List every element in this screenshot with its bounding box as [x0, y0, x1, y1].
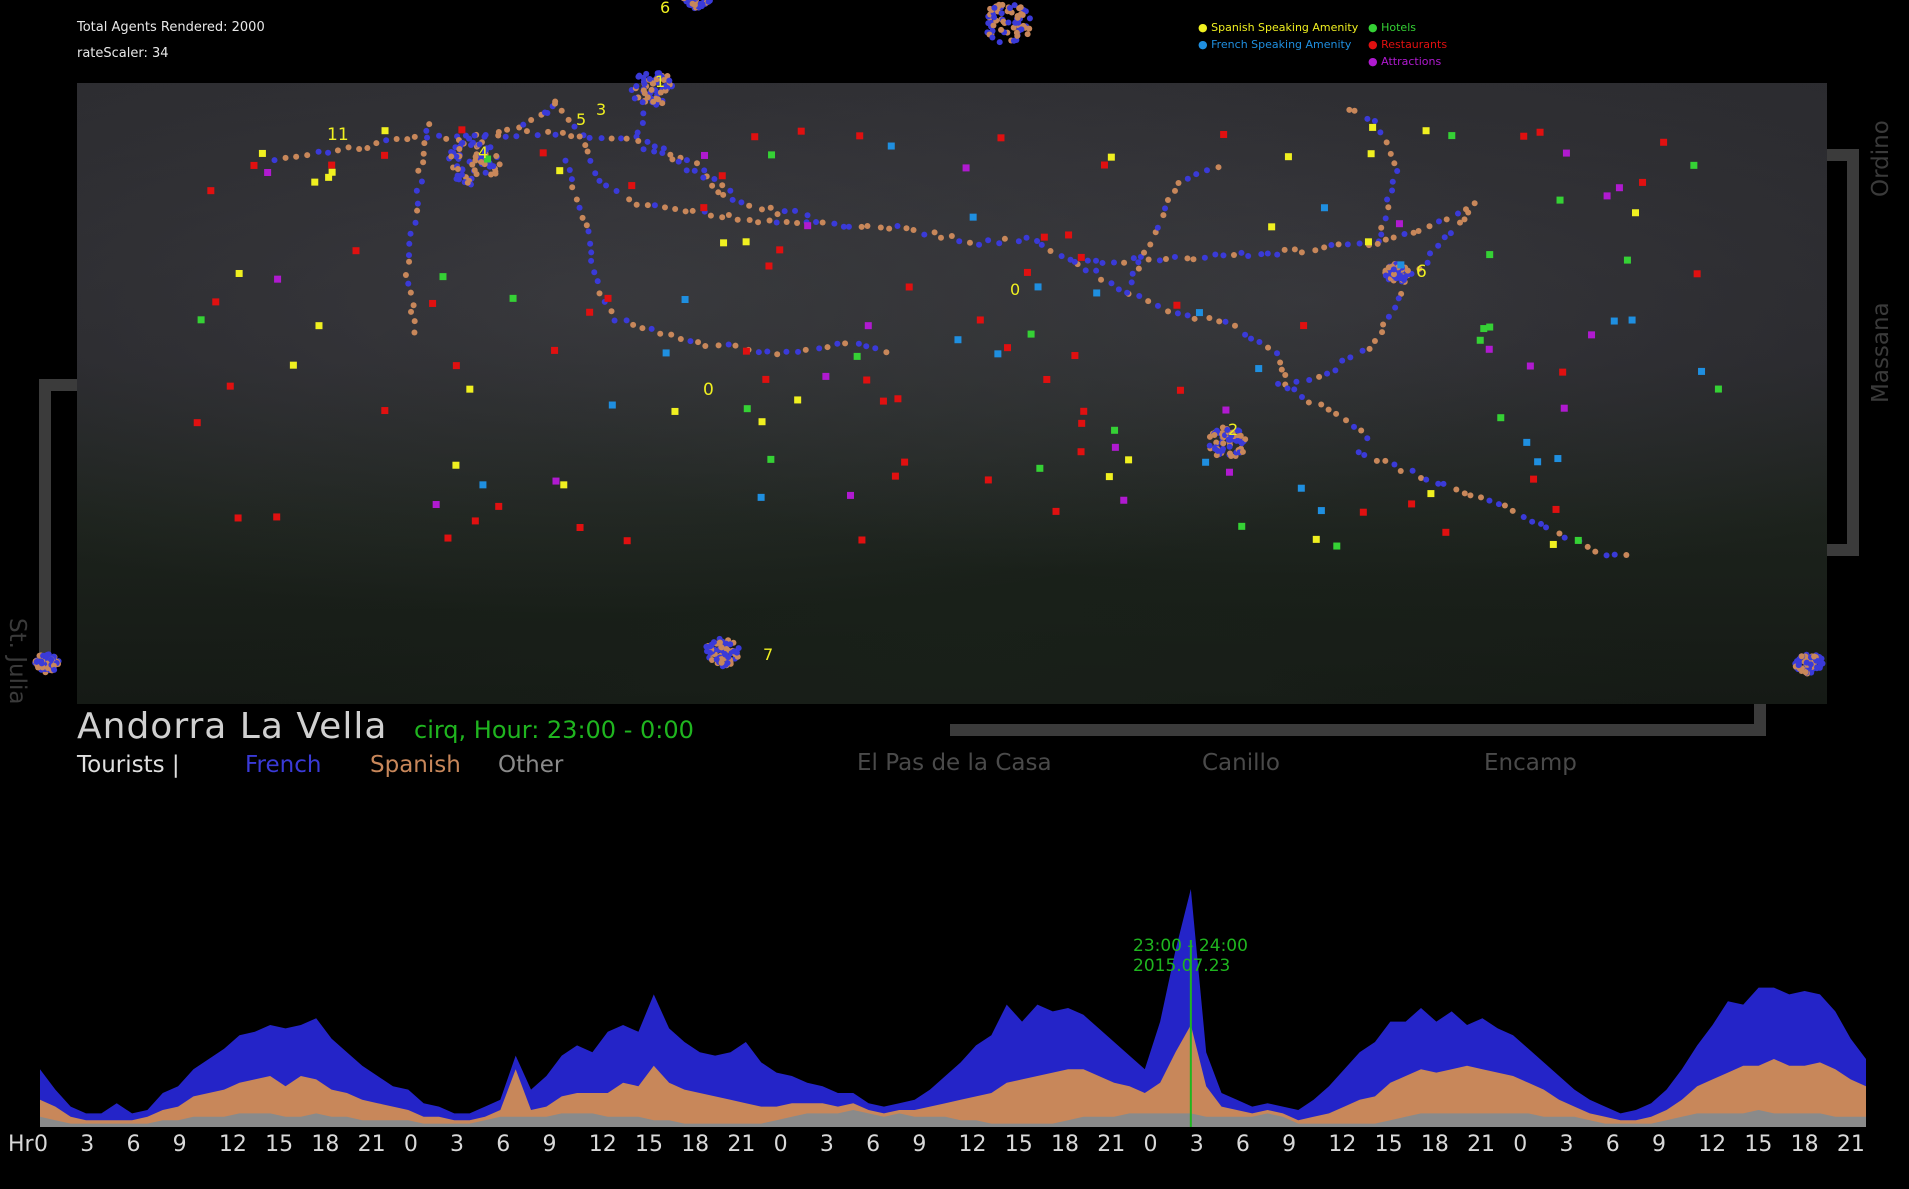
timeline-tick-label: 9	[542, 1132, 557, 1157]
timeline-tick-label: 6	[866, 1132, 881, 1157]
timeline-tick-label: 9	[1282, 1132, 1297, 1157]
timeline-tick-label: 21	[357, 1132, 386, 1157]
timeline-tick-label: 6	[126, 1132, 141, 1157]
timeline-tick-label: 15	[265, 1132, 294, 1157]
timeline-tick-label: 3	[80, 1132, 95, 1157]
timeline-tick-label: 15	[634, 1132, 663, 1157]
timeline-tick-label: 0	[773, 1132, 788, 1157]
timeline-tick-label: 6	[496, 1132, 511, 1157]
timeline-tick-label: 9	[172, 1132, 187, 1157]
timeline-tick-label: 18	[1051, 1132, 1079, 1157]
timeline-tick-label: 3	[819, 1132, 834, 1157]
timeline-tick-label: 0	[403, 1132, 418, 1157]
timeline-tick-label: 12	[958, 1132, 987, 1157]
timeline-tick-label: 18	[311, 1132, 340, 1157]
timeline-area-chart[interactable]	[0, 0, 1909, 1189]
timeline-tick-label: 9	[912, 1132, 927, 1157]
timeline-tick-label: 21	[1467, 1132, 1496, 1157]
timeline-tick-label: 3	[450, 1132, 465, 1157]
timeline-tick-label: 0	[1143, 1132, 1158, 1157]
timeline-tick-label: 6	[1235, 1132, 1250, 1157]
timeline-tick-label: 18	[1420, 1132, 1449, 1157]
timeline-tick-label: 9	[1651, 1132, 1666, 1157]
timeline-tick-label: 12	[588, 1132, 617, 1157]
timeline-tick-label: 15	[1374, 1132, 1403, 1157]
timeline-tick-label: 12	[218, 1132, 247, 1157]
timeline-marker-date: 2015.07.23	[1133, 956, 1231, 976]
timeline-tick-label: 21	[727, 1132, 756, 1157]
timeline-tick-label: 12	[1698, 1132, 1727, 1157]
timeline-tick-label: 3	[1189, 1132, 1204, 1157]
timeline-tick-label: 0	[34, 1132, 48, 1157]
timeline-tick-label: 18	[1790, 1132, 1819, 1157]
timeline-tick-label: 3	[1559, 1132, 1574, 1157]
timeline-tick-label: 6	[1605, 1132, 1620, 1157]
timeline-tick-label: 21	[1097, 1132, 1126, 1157]
timeline-tick-label: 15	[1004, 1132, 1033, 1157]
timeline-tick-label: 12	[1328, 1132, 1357, 1157]
timeline-marker-time: 23:00 - 24:00	[1133, 936, 1248, 956]
timeline-hr-label: Hr	[8, 1132, 34, 1157]
timeline-tick-label: 21	[1836, 1132, 1865, 1157]
timeline-tick-label: 0	[1513, 1132, 1528, 1157]
timeline-tick-label: 18	[681, 1132, 710, 1157]
timeline-tick-label: 15	[1744, 1132, 1773, 1157]
